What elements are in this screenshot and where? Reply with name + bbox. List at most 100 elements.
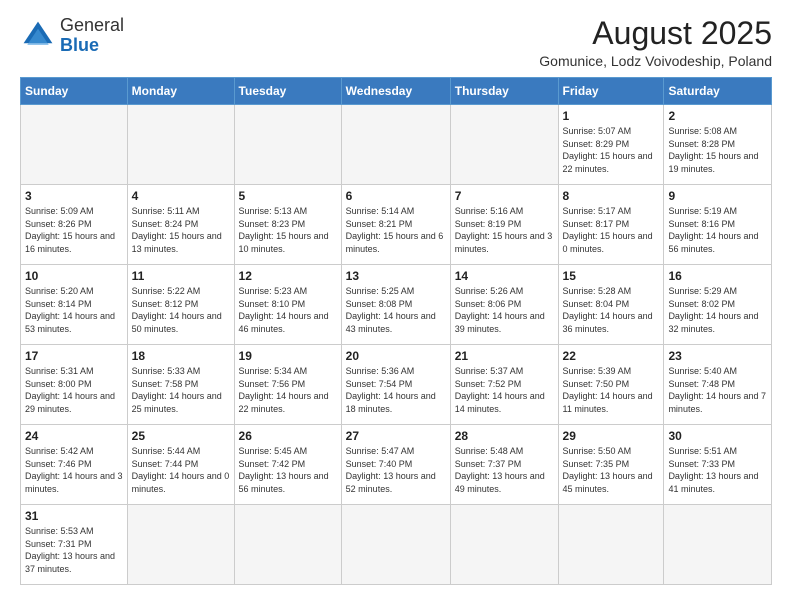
calendar-cell: 6Sunrise: 5:14 AM Sunset: 8:21 PM Daylig… — [341, 185, 450, 265]
calendar-cell — [450, 105, 558, 185]
day-number: 2 — [668, 109, 767, 123]
day-info: Sunrise: 5:17 AM Sunset: 8:17 PM Dayligh… — [563, 205, 660, 255]
calendar-cell: 25Sunrise: 5:44 AM Sunset: 7:44 PM Dayli… — [127, 425, 234, 505]
day-info: Sunrise: 5:53 AM Sunset: 7:31 PM Dayligh… — [25, 525, 123, 575]
header-sunday: Sunday — [21, 78, 128, 105]
calendar-cell: 3 Sunrise: 5:09 AM Sunset: 8:26 PM Daylig… — [21, 185, 128, 265]
day-number: 24 — [25, 429, 123, 443]
header-wednesday: Wednesday — [341, 78, 450, 105]
calendar-cell: 7Sunrise: 5:16 AM Sunset: 8:19 PM Daylig… — [450, 185, 558, 265]
day-info: Sunrise: 5:20 AM Sunset: 8:14 PM Dayligh… — [25, 285, 123, 335]
header-saturday: Saturday — [664, 78, 772, 105]
day-number: 13 — [346, 269, 446, 283]
day-info: Sunrise: 5:50 AM Sunset: 7:35 PM Dayligh… — [563, 445, 660, 495]
day-number: 5 — [239, 189, 337, 203]
day-info: Sunrise: 5:48 AM Sunset: 7:37 PM Dayligh… — [455, 445, 554, 495]
day-number: 30 — [668, 429, 767, 443]
logo-blue-text: Blue — [60, 36, 124, 56]
calendar-cell: 23Sunrise: 5:40 AM Sunset: 7:48 PM Dayli… — [664, 345, 772, 425]
day-number: 1 — [563, 109, 660, 123]
calendar-cell: 31 Sunrise: 5:53 AM Sunset: 7:31 PM Dayli… — [21, 505, 128, 585]
calendar-cell: 22 Sunrise: 5:39 AM Sunset: 7:50 PM Dayli… — [558, 345, 664, 425]
day-number: 25 — [132, 429, 230, 443]
calendar-body: 1Sunrise: 5:07 AM Sunset: 8:29 PM Daylig… — [21, 105, 772, 585]
day-number: 28 — [455, 429, 554, 443]
subtitle: Gomunice, Lodz Voivodeship, Poland — [539, 53, 772, 69]
day-number: 3 — [25, 189, 123, 203]
day-info: Sunrise: 5:19 AM Sunset: 8:16 PM Dayligh… — [668, 205, 767, 255]
day-info: Sunrise: 5:34 AM Sunset: 7:56 PM Dayligh… — [239, 365, 337, 415]
header-tuesday: Tuesday — [234, 78, 341, 105]
day-number: 8 — [563, 189, 660, 203]
day-number: 21 — [455, 349, 554, 363]
calendar-cell: 11Sunrise: 5:22 AM Sunset: 8:12 PM Dayli… — [127, 265, 234, 345]
calendar-cell: 30 Sunrise: 5:51 AM Sunset: 7:33 PM Dayli… — [664, 425, 772, 505]
calendar-cell: 10 Sunrise: 5:20 AM Sunset: 8:14 PM Dayli… — [21, 265, 128, 345]
day-number: 4 — [132, 189, 230, 203]
calendar-cell: 18Sunrise: 5:33 AM Sunset: 7:58 PM Dayli… — [127, 345, 234, 425]
day-number: 19 — [239, 349, 337, 363]
logo-general-text: General — [60, 16, 124, 36]
header-monday: Monday — [127, 78, 234, 105]
weekday-header-row: Sunday Monday Tuesday Wednesday Thursday… — [21, 78, 772, 105]
calendar-cell — [341, 105, 450, 185]
day-info: Sunrise: 5:45 AM Sunset: 7:42 PM Dayligh… — [239, 445, 337, 495]
day-info: Sunrise: 5:51 AM Sunset: 7:33 PM Dayligh… — [668, 445, 767, 495]
header-friday: Friday — [558, 78, 664, 105]
day-info: Sunrise: 5:09 AM Sunset: 8:26 PM Dayligh… — [25, 205, 123, 255]
day-number: 17 — [25, 349, 123, 363]
calendar-cell: 5 Sunrise: 5:13 AM Sunset: 8:23 PM Daylig… — [234, 185, 341, 265]
day-info: Sunrise: 5:31 AM Sunset: 8:00 PM Dayligh… — [25, 365, 123, 415]
calendar-cell: 29 Sunrise: 5:50 AM Sunset: 7:35 PM Dayli… — [558, 425, 664, 505]
calendar-cell — [234, 105, 341, 185]
day-info: Sunrise: 5:25 AM Sunset: 8:08 PM Dayligh… — [346, 285, 446, 335]
calendar-cell — [21, 105, 128, 185]
calendar-table: Sunday Monday Tuesday Wednesday Thursday… — [20, 77, 772, 585]
day-info: Sunrise: 5:23 AM Sunset: 8:10 PM Dayligh… — [239, 285, 337, 335]
day-info: Sunrise: 5:26 AM Sunset: 8:06 PM Dayligh… — [455, 285, 554, 335]
day-info: Sunrise: 5:22 AM Sunset: 8:12 PM Dayligh… — [132, 285, 230, 335]
calendar-cell — [127, 505, 234, 585]
day-info: Sunrise: 5:29 AM Sunset: 8:02 PM Dayligh… — [668, 285, 767, 335]
day-number: 29 — [563, 429, 660, 443]
calendar-cell: 20 Sunrise: 5:36 AM Sunset: 7:54 PM Dayli… — [341, 345, 450, 425]
day-info: Sunrise: 5:11 AM Sunset: 8:24 PM Dayligh… — [132, 205, 230, 255]
calendar-cell: 16Sunrise: 5:29 AM Sunset: 8:02 PM Dayli… — [664, 265, 772, 345]
calendar-cell: 27Sunrise: 5:47 AM Sunset: 7:40 PM Dayli… — [341, 425, 450, 505]
day-info: Sunrise: 5:36 AM Sunset: 7:54 PM Dayligh… — [346, 365, 446, 415]
header-thursday: Thursday — [450, 78, 558, 105]
day-number: 6 — [346, 189, 446, 203]
main-title: August 2025 — [539, 16, 772, 51]
day-number: 15 — [563, 269, 660, 283]
header: General Blue August 2025 Gomunice, Lodz … — [20, 16, 772, 69]
day-number: 12 — [239, 269, 337, 283]
calendar-cell: 21Sunrise: 5:37 AM Sunset: 7:52 PM Dayli… — [450, 345, 558, 425]
logo-icon — [20, 18, 56, 54]
day-info: Sunrise: 5:33 AM Sunset: 7:58 PM Dayligh… — [132, 365, 230, 415]
calendar-cell — [558, 505, 664, 585]
day-number: 9 — [668, 189, 767, 203]
day-info: Sunrise: 5:47 AM Sunset: 7:40 PM Dayligh… — [346, 445, 446, 495]
day-info: Sunrise: 5:39 AM Sunset: 7:50 PM Dayligh… — [563, 365, 660, 415]
calendar-cell: 4 Sunrise: 5:11 AM Sunset: 8:24 PM Daylig… — [127, 185, 234, 265]
calendar-header: Sunday Monday Tuesday Wednesday Thursday… — [21, 78, 772, 105]
calendar-cell: 15 Sunrise: 5:28 AM Sunset: 8:04 PM Dayli… — [558, 265, 664, 345]
day-info: Sunrise: 5:28 AM Sunset: 8:04 PM Dayligh… — [563, 285, 660, 335]
calendar-cell: 2Sunrise: 5:08 AM Sunset: 8:28 PM Daylig… — [664, 105, 772, 185]
day-number: 22 — [563, 349, 660, 363]
logo: General Blue — [20, 16, 124, 56]
day-info: Sunrise: 5:40 AM Sunset: 7:48 PM Dayligh… — [668, 365, 767, 415]
day-number: 31 — [25, 509, 123, 523]
calendar-cell: 26 Sunrise: 5:45 AM Sunset: 7:42 PM Dayli… — [234, 425, 341, 505]
day-number: 10 — [25, 269, 123, 283]
calendar-cell — [234, 505, 341, 585]
calendar-cell: 13 Sunrise: 5:25 AM Sunset: 8:08 PM Dayli… — [341, 265, 450, 345]
calendar-cell: 9 Sunrise: 5:19 AM Sunset: 8:16 PM Daylig… — [664, 185, 772, 265]
day-info: Sunrise: 5:13 AM Sunset: 8:23 PM Dayligh… — [239, 205, 337, 255]
day-number: 14 — [455, 269, 554, 283]
calendar-cell: 19 Sunrise: 5:34 AM Sunset: 7:56 PM Dayli… — [234, 345, 341, 425]
day-number: 20 — [346, 349, 446, 363]
day-number: 26 — [239, 429, 337, 443]
calendar-cell — [450, 505, 558, 585]
day-number: 7 — [455, 189, 554, 203]
